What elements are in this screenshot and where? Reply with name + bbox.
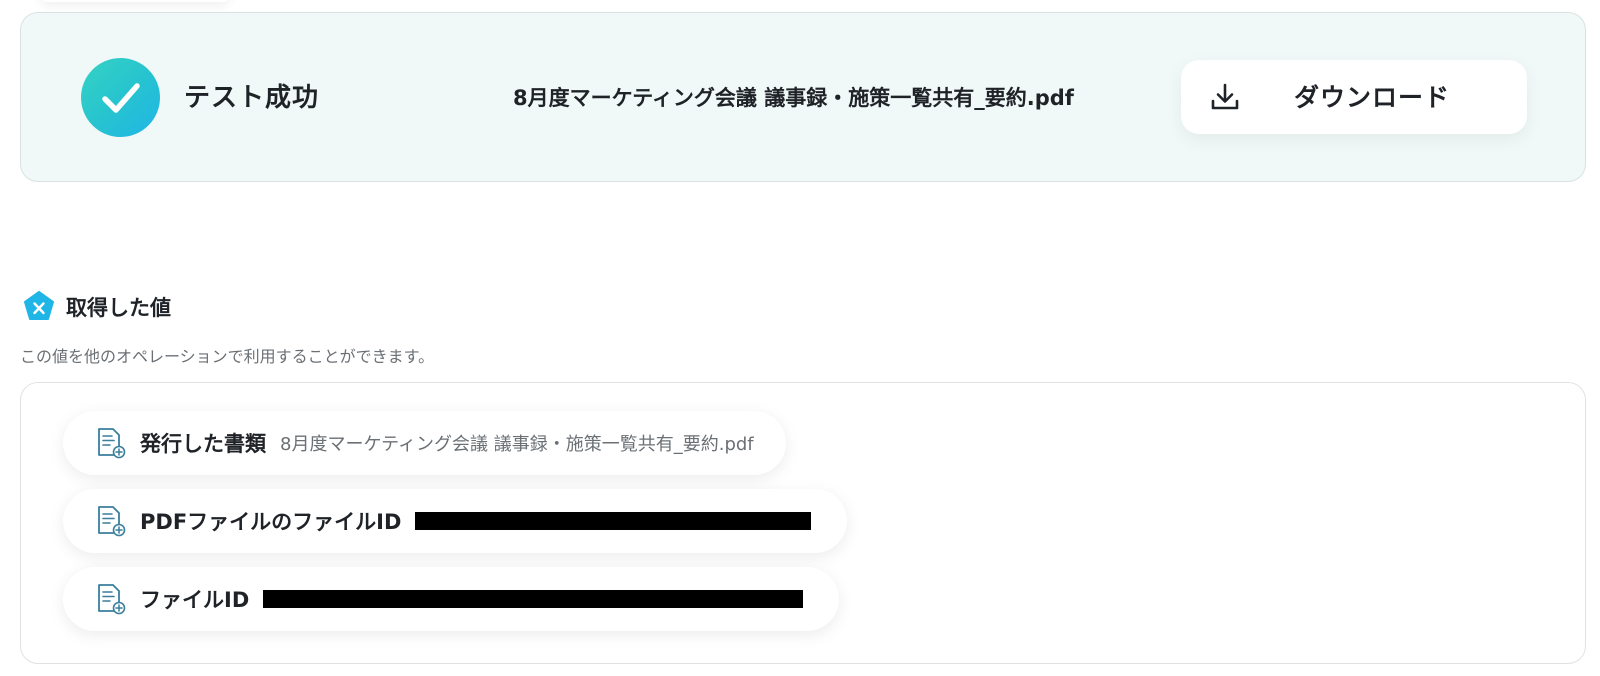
obtained-values-description: この値を他のオペレーションで利用することができます。 bbox=[20, 347, 435, 366]
document-icon bbox=[98, 584, 126, 615]
obtained-values-header: 取得した値 bbox=[22, 290, 171, 324]
previous-panel-edge bbox=[40, 0, 230, 2]
download-button-label: ダウンロード bbox=[1294, 83, 1451, 112]
document-icon bbox=[98, 428, 126, 459]
redacted-value bbox=[263, 589, 807, 609]
success-badge bbox=[81, 58, 160, 137]
generated-file-name: 8月度マーケティング会議 議事録・施策一覧共有_要約.pdf bbox=[513, 86, 1074, 110]
value-item-issued-document[interactable]: 発行した書類 8月度マーケティング会議 議事録・施策一覧共有_要約.pdf bbox=[63, 411, 786, 475]
redaction-bar bbox=[263, 590, 804, 608]
value-item-pdf-file-id[interactable]: PDFファイルのファイルID bbox=[63, 489, 848, 553]
document-icon bbox=[98, 506, 126, 537]
download-button[interactable]: ダウンロード bbox=[1181, 60, 1527, 134]
value-item-file-id[interactable]: ファイルID bbox=[63, 567, 840, 631]
obtained-values-title: 取得した値 bbox=[66, 296, 171, 320]
check-icon bbox=[101, 82, 140, 113]
redacted-value bbox=[415, 511, 815, 531]
redaction-bar bbox=[415, 512, 812, 530]
test-status-label: テスト成功 bbox=[184, 83, 320, 113]
variable-icon bbox=[24, 291, 54, 320]
download-icon bbox=[1211, 83, 1239, 110]
value-item-key: PDFファイルのファイルID bbox=[140, 510, 402, 534]
value-item-key: ファイルID bbox=[140, 588, 250, 612]
obtained-values-panel: 発行した書類 8月度マーケティング会議 議事録・施策一覧共有_要約.pdf PD… bbox=[20, 382, 1586, 664]
value-item-value: 8月度マーケティング会議 議事録・施策一覧共有_要約.pdf bbox=[280, 434, 754, 455]
test-result-card: テスト成功 8月度マーケティング会議 議事録・施策一覧共有_要約.pdf ダウン… bbox=[20, 12, 1586, 182]
value-item-key: 発行した書類 bbox=[140, 432, 266, 456]
